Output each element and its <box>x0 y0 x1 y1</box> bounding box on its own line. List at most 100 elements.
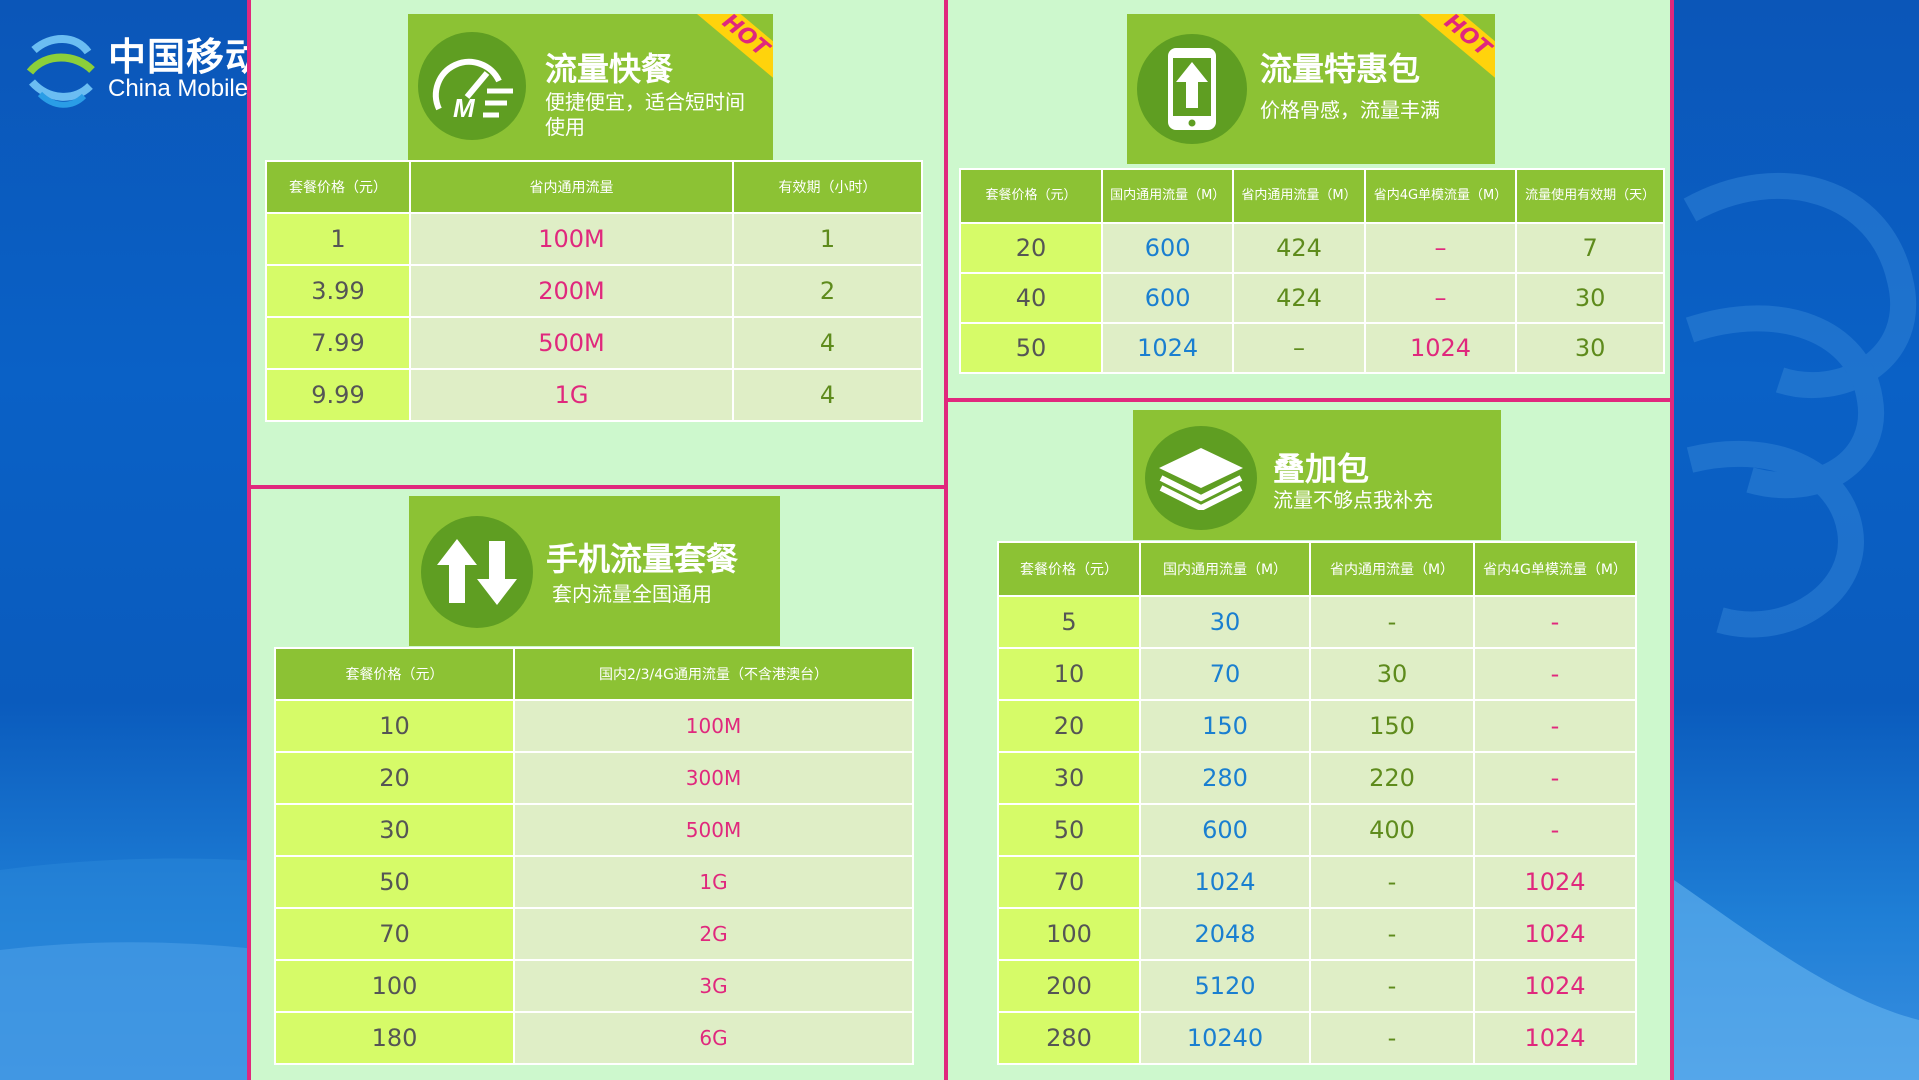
validity-cell: 4 <box>734 370 921 420</box>
price-cell: 50 <box>276 857 513 907</box>
quick-package-title: 流量快餐 <box>545 50 674 88</box>
national-data-cell: 280 <box>1141 753 1309 803</box>
data-cell: 500M <box>515 805 912 855</box>
table-row: 5 30- - <box>999 597 1635 647</box>
table-row: 70 1024-1024 <box>999 857 1635 907</box>
provincial-4g-cell: – <box>1365 274 1516 322</box>
addon-package-title: 叠加包 <box>1273 450 1370 488</box>
provincial-4g-cell: - <box>1475 649 1635 699</box>
data-cell: 200M <box>411 266 732 316</box>
national-data-cell: 600 <box>1141 805 1309 855</box>
data-cell: 300M <box>515 753 912 803</box>
provincial-data-cell: - <box>1311 597 1473 647</box>
special-package-title: 流量特惠包 <box>1260 50 1421 88</box>
col-header-provincial-4g-data: 省内4G单模流量（M） <box>1475 543 1635 595</box>
mobile-package-table: 套餐价格（元） 国内2/3/4G通用流量（不含港澳台） 10 100M 20 300… <box>274 647 914 1065</box>
col-header-validity-days: 流量使用有效期（天） <box>1517 170 1663 222</box>
table-row: 100 3G <box>276 961 912 1011</box>
table-row: 10 100M <box>276 701 912 751</box>
validity-cell: 30 <box>1517 274 1663 322</box>
mobile-package-subtitle: 套内流量全国通用 <box>552 582 712 606</box>
col-header-price: 套餐价格（元） <box>961 170 1101 222</box>
col-header-price: 套餐价格（元） <box>276 649 513 699</box>
table-row: 9.99 1G 4 <box>267 370 921 420</box>
provincial-data-cell: - <box>1311 857 1473 907</box>
provincial-4g-cell: - <box>1475 805 1635 855</box>
table-row: 180 6G <box>276 1013 912 1063</box>
data-cell: 1G <box>515 857 912 907</box>
table-row: 70 2G <box>276 909 912 959</box>
price-cell: 7.99 <box>267 318 409 368</box>
price-cell: 50 <box>961 324 1101 372</box>
special-package-banner: 流量特惠包 价格骨感，流量丰满 HOT <box>1127 14 1495 164</box>
speedometer-icon: M <box>418 32 526 140</box>
provincial-4g-cell: – <box>1365 224 1516 272</box>
up-down-arrows-icon <box>421 516 533 628</box>
table-row: 10 70 30- <box>999 649 1635 699</box>
table-header-row: 套餐价格（元） 国内通用流量（M） 省内通用流量（M） 省内4G单模流量（M） … <box>961 170 1663 222</box>
national-data-cell: 10240 <box>1141 1013 1309 1063</box>
china-mobile-emblem-icon <box>26 35 95 108</box>
price-cell: 10 <box>276 701 513 751</box>
table-header-row: 套餐价格（元） 国内2/3/4G通用流量（不含港澳台） <box>276 649 912 699</box>
table-row: 30 500M <box>276 805 912 855</box>
data-cell: 100M <box>411 214 732 264</box>
validity-cell: 1 <box>734 214 921 264</box>
table-row: 20 150 150- <box>999 701 1635 751</box>
quick-package-subtitle: 便捷便宜，适合短时间使用 <box>545 90 745 139</box>
price-cell: 200 <box>999 961 1139 1011</box>
hot-badge: HOT <box>690 14 773 86</box>
logo-en-text: China Mobile <box>108 75 249 102</box>
data-cell: 100M <box>515 701 912 751</box>
national-data-cell: 1024 <box>1103 324 1233 372</box>
addon-package-subtitle: 流量不够点我补充 <box>1273 488 1433 512</box>
mobile-package-banner: 手机流量套餐 套内流量全国通用 <box>409 496 780 646</box>
provincial-data-cell: - <box>1311 961 1473 1011</box>
price-cell: 10 <box>999 649 1139 699</box>
stacked-layers-icon <box>1145 426 1257 530</box>
col-header-validity-hours: 有效期（小时） <box>734 162 921 212</box>
provincial-data-cell: 30 <box>1311 649 1473 699</box>
col-header-price: 套餐价格（元） <box>999 543 1139 595</box>
national-data-cell: 2048 <box>1141 909 1309 959</box>
provincial-4g-cell: - <box>1475 701 1635 751</box>
svg-text:M: M <box>453 93 476 121</box>
provincial-4g-cell: - <box>1475 597 1635 647</box>
vertical-divider <box>944 0 948 1080</box>
col-header-national-data: 国内通用流量（M） <box>1103 170 1233 222</box>
table-row: 50 600 400- <box>999 805 1635 855</box>
national-data-cell: 600 <box>1103 224 1233 272</box>
national-data-cell: 70 <box>1141 649 1309 699</box>
data-cell: 3G <box>515 961 912 1011</box>
mobile-package-title: 手机流量套餐 <box>546 540 739 578</box>
data-cell: 6G <box>515 1013 912 1063</box>
price-cell: 100 <box>999 909 1139 959</box>
table-row: 20 300M <box>276 753 912 803</box>
table-row: 200 5120-1024 <box>999 961 1635 1011</box>
price-cell: 20 <box>276 753 513 803</box>
table-row: 30 280 220- <box>999 753 1635 803</box>
logo-cn-text: 中国移动 <box>108 35 265 79</box>
special-package-subtitle: 价格骨感，流量丰满 <box>1260 98 1440 122</box>
validity-cell: 4 <box>734 318 921 368</box>
provincial-4g-cell: 1024 <box>1475 909 1635 959</box>
price-cell: 50 <box>999 805 1139 855</box>
price-cell: 3.99 <box>267 266 409 316</box>
provincial-data-cell: 400 <box>1311 805 1473 855</box>
special-package-table: 套餐价格（元） 国内通用流量（M） 省内通用流量（M） 省内4G单模流量（M） … <box>959 168 1665 374</box>
col-header-provincial-4g-data: 省内4G单模流量（M） <box>1365 170 1516 222</box>
price-cell: 5 <box>999 597 1139 647</box>
provincial-4g-cell: 1024 <box>1365 324 1516 372</box>
table-row: 20 600 424–7 <box>961 224 1663 272</box>
right-horizontal-divider <box>948 398 1670 402</box>
table-header-row: 套餐价格（元） 国内通用流量（M） 省内通用流量（M） 省内4G单模流量（M） <box>999 543 1635 595</box>
table-row: 100 2048-1024 <box>999 909 1635 959</box>
left-horizontal-divider <box>251 485 944 489</box>
price-cell: 70 <box>999 857 1139 907</box>
provincial-4g-cell: - <box>1475 753 1635 803</box>
price-cell: 30 <box>276 805 513 855</box>
phone-upload-icon <box>1137 34 1247 144</box>
quick-package-banner: M 流量快餐 便捷便宜，适合短时间使用 HOT <box>408 14 773 160</box>
table-row: 7.99 500M 4 <box>267 318 921 368</box>
provincial-4g-cell: 1024 <box>1475 961 1635 1011</box>
